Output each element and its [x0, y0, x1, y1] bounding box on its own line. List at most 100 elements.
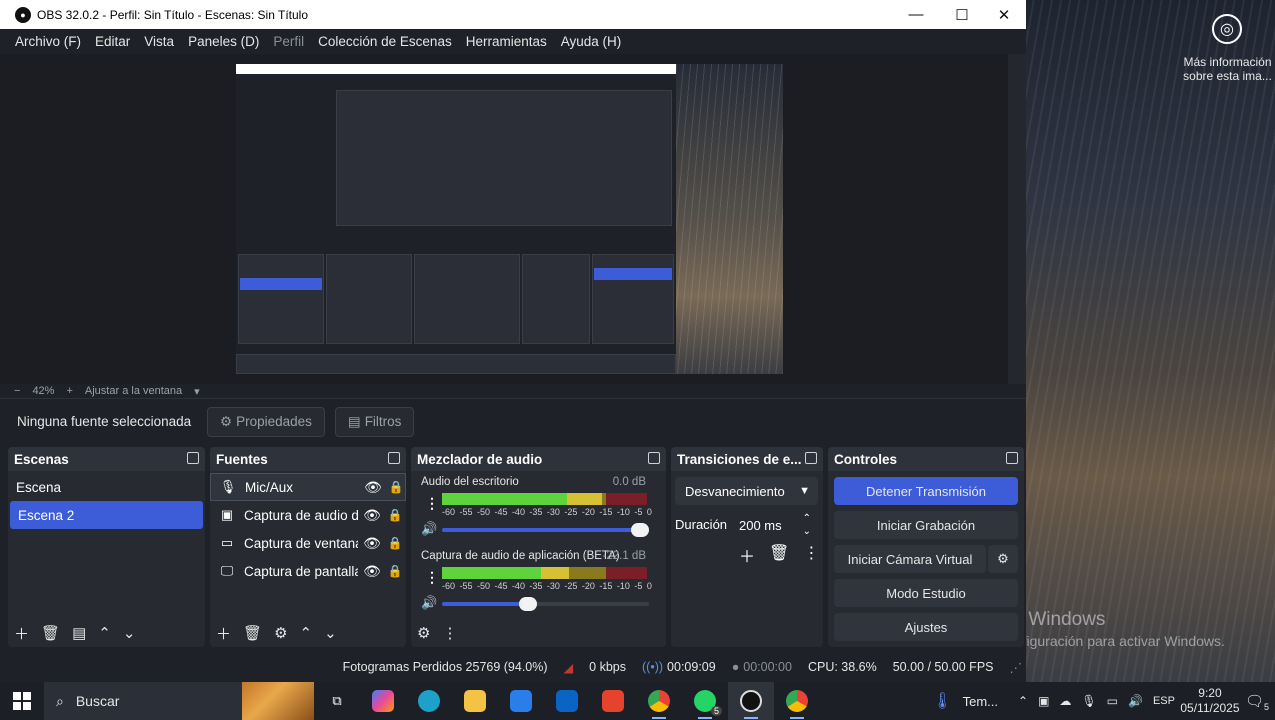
stepper-arrows-icon[interactable]: ⌃ ⌄	[803, 512, 811, 538]
menu-profile[interactable]: Perfil	[266, 34, 311, 49]
eye-icon[interactable]: 👁	[362, 535, 382, 552]
start-virtual-camera-button[interactable]: Iniciar Cámara Virtual	[834, 545, 986, 573]
speaker-icon[interactable]: 🔊	[1123, 694, 1148, 708]
filters-button[interactable]: ▤ Filtros	[334, 406, 415, 437]
chevron-up-icon[interactable]: ⌃	[300, 624, 313, 642]
stream-preview[interactable]	[236, 64, 783, 374]
volume-slider[interactable]	[442, 597, 649, 611]
undock-icon[interactable]	[648, 452, 660, 464]
source-item[interactable]: ▭ Captura de ventana 👁 🔒	[210, 529, 406, 557]
camera-icon[interactable]: ◎	[1212, 14, 1242, 44]
microphone-icon[interactable]: 🎙	[1076, 694, 1101, 708]
zoom-out-button[interactable]: −	[14, 385, 20, 397]
obs-taskbar-button[interactable]	[728, 682, 774, 720]
wallpaper-info-text[interactable]: Más información sobre esta ima...	[1180, 55, 1275, 83]
menu-view[interactable]: Vista	[137, 34, 181, 49]
task-view-button[interactable]: ⧉	[314, 682, 360, 720]
gear-icon[interactable]: ⚙	[274, 624, 287, 642]
source-item[interactable]: 🖵 Captura de pantalla 👁 🔒	[210, 557, 406, 585]
settings-button[interactable]: Ajustes	[834, 613, 1018, 641]
zoom-fit-option[interactable]: Ajustar a la ventana	[85, 385, 182, 397]
slider-handle[interactable]	[631, 523, 649, 537]
duration-spinbox[interactable]: 200 ms ⌃ ⌄	[731, 511, 819, 539]
menu-tools[interactable]: Herramientas	[459, 34, 554, 49]
resize-grip-icon[interactable]: ⋰	[1010, 660, 1023, 675]
trash-icon[interactable]: 🗑	[41, 624, 60, 642]
copilot-button[interactable]	[360, 682, 406, 720]
language-indicator[interactable]: ESP	[1148, 695, 1180, 707]
stop-streaming-button[interactable]: Detener Transmisión	[834, 477, 1018, 505]
more-options-icon[interactable]: ⋮	[442, 624, 457, 642]
scene-item-selected[interactable]: Escena 2	[10, 501, 203, 529]
volume-icon[interactable]: 🔊	[421, 595, 437, 611]
virtual-camera-settings-button[interactable]: ⚙	[988, 545, 1018, 573]
weather-label[interactable]: Tem...	[958, 694, 1003, 709]
undock-icon[interactable]	[805, 452, 817, 464]
cloud-icon[interactable]: ☁	[1054, 694, 1076, 708]
minimize-button[interactable]: —	[893, 0, 939, 29]
taskbar-search[interactable]: ⌕ Buscar	[44, 682, 314, 720]
start-button[interactable]	[0, 682, 44, 720]
more-options-icon[interactable]: ⋮	[425, 569, 439, 586]
scene-item[interactable]: Escena	[8, 473, 205, 501]
slider-handle[interactable]	[519, 597, 538, 611]
zoom-level: 42%	[32, 385, 55, 397]
properties-button[interactable]: ⚙ Propiedades	[207, 406, 325, 437]
device-icon[interactable]: ▣	[1033, 694, 1054, 708]
network-icon[interactable]: ▭	[1102, 694, 1123, 708]
menu-scene-collection[interactable]: Colección de Escenas	[311, 34, 459, 49]
lock-icon[interactable]: 🔒	[387, 480, 405, 494]
volume-icon[interactable]: 🔊	[421, 521, 437, 537]
add-icon[interactable]: ＋	[216, 623, 231, 644]
trash-icon[interactable]: 🗑	[243, 624, 262, 642]
zoom-in-button[interactable]: +	[66, 385, 72, 397]
eye-icon[interactable]: 👁	[363, 479, 383, 496]
clock[interactable]: 9:20 05/11/2025	[1180, 686, 1240, 716]
chevron-up-icon[interactable]: ⌃	[1013, 694, 1033, 708]
lock-icon[interactable]: 🔒	[386, 564, 404, 578]
transition-select[interactable]: Desvanecimiento ▼	[675, 477, 818, 505]
undock-icon[interactable]	[187, 452, 199, 464]
menu-file[interactable]: Archivo (F)	[8, 34, 88, 49]
store-button[interactable]	[498, 682, 544, 720]
chevron-down-icon[interactable]: ▾	[194, 385, 200, 398]
chrome-profile-button[interactable]	[774, 682, 820, 720]
more-options-icon[interactable]: ⋮	[425, 495, 439, 512]
source-item[interactable]: ▣ Captura de audio de aplicación 👁 🔒	[210, 501, 406, 529]
chevron-up-icon[interactable]: ⌃	[98, 624, 111, 642]
menu-docks[interactable]: Paneles (D)	[181, 34, 266, 49]
preview-scrollbar[interactable]	[1008, 54, 1026, 384]
volume-slider[interactable]	[442, 523, 649, 537]
lock-icon[interactable]: 🔒	[386, 536, 404, 550]
add-icon[interactable]: ＋	[739, 543, 755, 567]
title-bar[interactable]: ● OBS 32.0.2 - Perfil: Sin Título - Esce…	[0, 0, 1026, 29]
brave-button[interactable]	[590, 682, 636, 720]
close-button[interactable]: ✕	[981, 0, 1026, 29]
weather-icon[interactable]: 🌡	[927, 691, 957, 711]
lock-icon[interactable]: 🔒	[386, 508, 404, 522]
more-options-icon[interactable]: ⋮	[803, 543, 819, 567]
start-recording-button[interactable]: Iniciar Grabación	[834, 511, 1018, 539]
outlook-button[interactable]	[544, 682, 590, 720]
eye-icon[interactable]: 👁	[362, 563, 382, 580]
advanced-audio-icon[interactable]: ⚙	[417, 624, 430, 642]
edge-button[interactable]	[406, 682, 452, 720]
chevron-down-icon[interactable]: ⌄	[123, 624, 136, 642]
maximize-button[interactable]: ☐	[939, 0, 985, 29]
clock-date: 05/11/2025	[1180, 701, 1240, 715]
source-item[interactable]: 🎙 Mic/Aux 👁 🔒	[210, 473, 406, 501]
menu-help[interactable]: Ayuda (H)	[554, 34, 629, 49]
filter-icon[interactable]: ▤	[72, 624, 86, 642]
undock-icon[interactable]	[1006, 452, 1018, 464]
studio-mode-button[interactable]: Modo Estudio	[834, 579, 1018, 607]
chrome-button[interactable]	[636, 682, 682, 720]
eye-icon[interactable]: 👁	[362, 507, 382, 524]
chevron-down-icon[interactable]: ⌄	[324, 624, 337, 642]
add-icon[interactable]: ＋	[14, 623, 29, 644]
undock-icon[interactable]	[388, 452, 400, 464]
menu-edit[interactable]: Editar	[88, 34, 137, 49]
file-explorer-button[interactable]	[452, 682, 498, 720]
notifications-icon[interactable]: 🗨 5	[1240, 692, 1269, 712]
whatsapp-button[interactable]: 5	[682, 682, 728, 720]
trash-icon[interactable]: 🗑	[769, 543, 789, 567]
